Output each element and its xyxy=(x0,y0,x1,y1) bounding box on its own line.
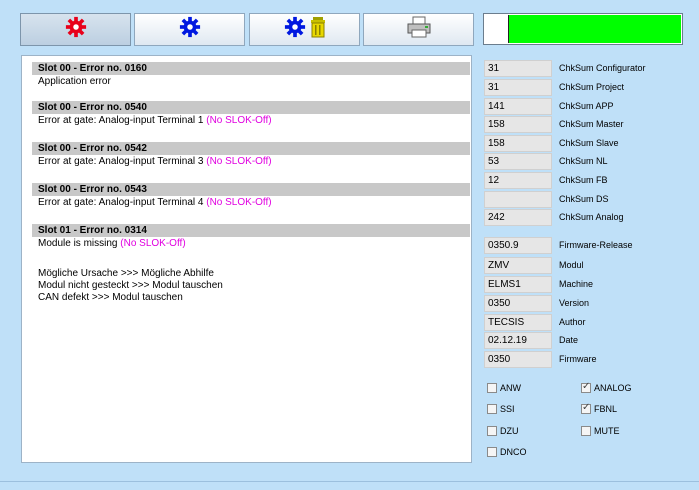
error-text: Error at gate: Analog-input Terminal 4 (… xyxy=(38,197,272,208)
error-text: Module is missing (No SLOK-Off) xyxy=(38,238,186,249)
modul-label: Modul xyxy=(559,260,584,270)
firmware-release-label: Firmware-Release xyxy=(559,240,633,250)
status-bar xyxy=(483,13,683,45)
checkbox-box[interactable]: ✓ xyxy=(581,402,591,414)
checkbox-label: SSI xyxy=(500,404,515,414)
checksum-app-label: ChkSum APP xyxy=(559,101,614,111)
checkbox-box[interactable] xyxy=(581,426,591,436)
checkbox-box[interactable]: ✓ xyxy=(581,381,591,393)
checksum-project-label: ChkSum Project xyxy=(559,82,625,92)
checkbox-box[interactable] xyxy=(487,404,497,414)
checksum-app-field: 141 xyxy=(484,98,552,115)
checkbox-label: DZU xyxy=(500,426,519,436)
checkbox-label: DNCO xyxy=(500,447,527,457)
firmware-label: Firmware xyxy=(559,354,597,364)
author-field: TECSIS xyxy=(484,314,552,331)
error-text: Error at gate: Analog-input Terminal 1 (… xyxy=(38,115,272,126)
error-header: Slot 00 - Error no. 0543 xyxy=(32,183,470,196)
checkbox-analog[interactable]: ✓ ANALOG xyxy=(581,381,632,393)
toolbar-button-configuration[interactable] xyxy=(134,13,245,46)
error-message-panel[interactable]: Slot 00 - Error no. 0160 Application err… xyxy=(21,55,472,463)
error-header: Slot 00 - Error no. 0160 xyxy=(32,62,470,75)
checksum-analog-label: ChkSum Analog xyxy=(559,212,624,222)
checkbox-label: ANALOG xyxy=(594,383,632,393)
blue-gear-icon xyxy=(179,16,201,43)
checkbox-fbnl[interactable]: ✓ FBNL xyxy=(581,402,618,414)
checksum-fb-field: 12 xyxy=(484,172,552,189)
checksum-analog-field: 242 xyxy=(484,209,552,226)
error-text: Application error xyxy=(38,76,111,87)
checkbox-label: MUTE xyxy=(594,426,620,436)
machine-label: Machine xyxy=(559,279,594,289)
checkbox-anw[interactable]: ANW xyxy=(487,383,521,393)
toolbar-button-error-status[interactable] xyxy=(20,13,131,46)
toolbar-button-print[interactable] xyxy=(363,13,474,46)
machine-field: ELMS1 xyxy=(484,276,552,293)
error-entry: Slot 00 - Error no. 0542 Error at gate: … xyxy=(32,142,470,168)
blue-gear-icon xyxy=(284,16,306,43)
version-label: Version xyxy=(559,298,590,308)
date-label: Date xyxy=(559,335,579,345)
checkbox-box[interactable] xyxy=(487,447,497,457)
error-entry: Slot 00 - Error no. 0160 Application err… xyxy=(32,62,470,88)
checksum-ds-field xyxy=(484,191,552,208)
checksum-master-label: ChkSum Master xyxy=(559,119,624,129)
checkbox-box[interactable] xyxy=(487,383,497,393)
status-fill xyxy=(508,15,681,43)
checkbox-mute[interactable]: MUTE xyxy=(581,426,620,436)
author-label: Author xyxy=(559,317,586,327)
checksum-configurator-field: 31 xyxy=(484,60,552,77)
checksum-slave-field: 158 xyxy=(484,135,552,152)
checksum-nl-field: 53 xyxy=(484,153,552,170)
checkbox-ssi[interactable]: SSI xyxy=(487,404,515,414)
error-header: Slot 00 - Error no. 0542 xyxy=(32,142,470,155)
checksum-nl-label: ChkSum NL xyxy=(559,156,608,166)
date-field: 02.12.19 xyxy=(484,332,552,349)
checksum-configurator-label: ChkSum Configurator xyxy=(559,63,646,73)
checksum-fb-label: ChkSum FB xyxy=(559,175,608,185)
version-field: 0350 xyxy=(484,295,552,312)
checkbox-dnco[interactable]: DNCO xyxy=(487,447,527,457)
checkbox-label: ANW xyxy=(500,383,521,393)
checksum-master-field: 158 xyxy=(484,116,552,133)
hint-line: CAN defekt >>> Modul tauschen xyxy=(38,292,183,303)
error-entry: Slot 00 - Error no. 0543 Error at gate: … xyxy=(32,183,470,209)
printer-icon xyxy=(406,16,432,43)
toolbar-button-clear-config[interactable] xyxy=(249,13,360,46)
modul-field: ZMV xyxy=(484,257,552,274)
error-entry: Slot 00 - Error no. 0540 Error at gate: … xyxy=(32,101,470,127)
error-header: Slot 00 - Error no. 0540 xyxy=(32,101,470,114)
checksum-ds-label: ChkSum DS xyxy=(559,194,609,204)
checkbox-dzu[interactable]: DZU xyxy=(487,426,519,436)
red-gear-icon xyxy=(65,16,87,43)
error-text: Error at gate: Analog-input Terminal 3 (… xyxy=(38,156,272,167)
error-entry: Slot 01 - Error no. 0314 Module is missi… xyxy=(32,224,470,250)
hint-line: Mögliche Ursache >>> Mögliche Abhilfe xyxy=(38,268,214,279)
checkbox-box[interactable] xyxy=(487,426,497,436)
firmware-release-field: 0350.9 xyxy=(484,237,552,254)
checkbox-label: FBNL xyxy=(594,404,618,414)
hint-line: Modul nicht gesteckt >>> Modul tauschen xyxy=(38,280,223,291)
application-window: Slot 00 - Error no. 0160 Application err… xyxy=(0,0,699,490)
error-header: Slot 01 - Error no. 0314 xyxy=(32,224,470,237)
firmware-field: 0350 xyxy=(484,351,552,368)
bottom-strip xyxy=(0,481,699,490)
checksum-project-field: 31 xyxy=(484,79,552,96)
trash-bin-icon xyxy=(310,16,326,43)
checksum-slave-label: ChkSum Slave xyxy=(559,138,619,148)
